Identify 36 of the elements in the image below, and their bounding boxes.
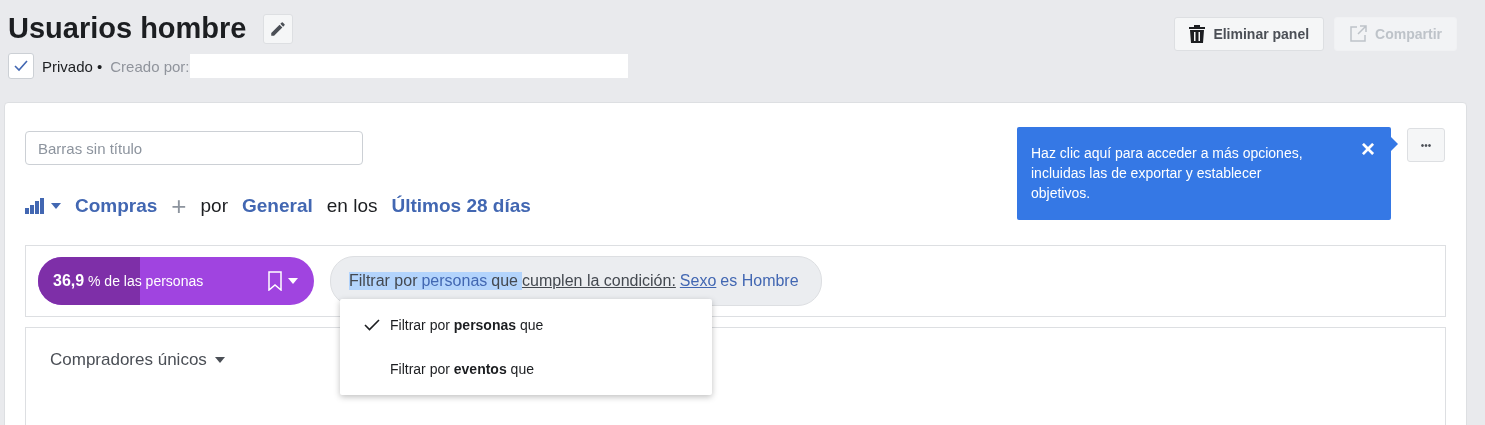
caret-icon bbox=[214, 357, 225, 363]
tooltip-text: Haz clic aquí para acceder a más opciones, incluidas las de exportar y establecer objetivos. bbox=[1031, 145, 1303, 201]
query-link[interactable]: General bbox=[242, 195, 313, 217]
query-link[interactable]: Últimos 28 días bbox=[391, 195, 531, 217]
check-icon bbox=[14, 60, 28, 72]
caret-icon bbox=[51, 203, 61, 209]
query-text: en los bbox=[326, 195, 378, 217]
created-by-label: Creado por: bbox=[110, 57, 190, 75]
metric-pill[interactable]: 36,9 % de las personas bbox=[38, 257, 314, 305]
bar-chart-icon[interactable] bbox=[25, 198, 45, 214]
menu-item[interactable]: Filtrar por eventos que bbox=[340, 347, 712, 391]
edit-button[interactable] bbox=[262, 13, 293, 44]
query-link[interactable]: Compras bbox=[75, 195, 158, 217]
menu-item[interactable]: Filtrar por personas que bbox=[340, 303, 712, 347]
share-icon bbox=[1349, 25, 1368, 43]
more-options-button[interactable]: ••• bbox=[1407, 128, 1445, 162]
title-input-field[interactable]: Barras sin título bbox=[25, 131, 363, 165]
query-text: por bbox=[200, 195, 228, 217]
filter-pill[interactable]: Filtrar por personas que cumplen la condición: Sexo es Hombre bbox=[330, 256, 822, 306]
private-label: Privado • bbox=[42, 57, 103, 75]
filter-text: personas bbox=[421, 272, 492, 290]
close-button[interactable]: × bbox=[1361, 135, 1375, 163]
page-title: Usuarios hombre bbox=[8, 12, 247, 45]
filter-text: Sexo bbox=[679, 272, 718, 290]
filter-text: es Hombre bbox=[720, 272, 800, 290]
delete-panel-button[interactable]: Eliminar panel bbox=[1174, 17, 1325, 51]
trash-icon bbox=[1189, 25, 1206, 43]
filter-text: que bbox=[491, 272, 522, 290]
metric-selector[interactable]: Compradores únicos bbox=[50, 350, 225, 370]
filter-text: cumplen la condición: bbox=[522, 272, 677, 290]
caret-icon bbox=[288, 278, 298, 284]
filter-text: Filtrar por bbox=[349, 272, 422, 290]
metric-text: 36,9 % de las personas bbox=[53, 272, 205, 290]
pencil-icon bbox=[268, 19, 287, 38]
bookmark-icon bbox=[268, 271, 282, 291]
private-checkbox[interactable] bbox=[8, 53, 34, 79]
